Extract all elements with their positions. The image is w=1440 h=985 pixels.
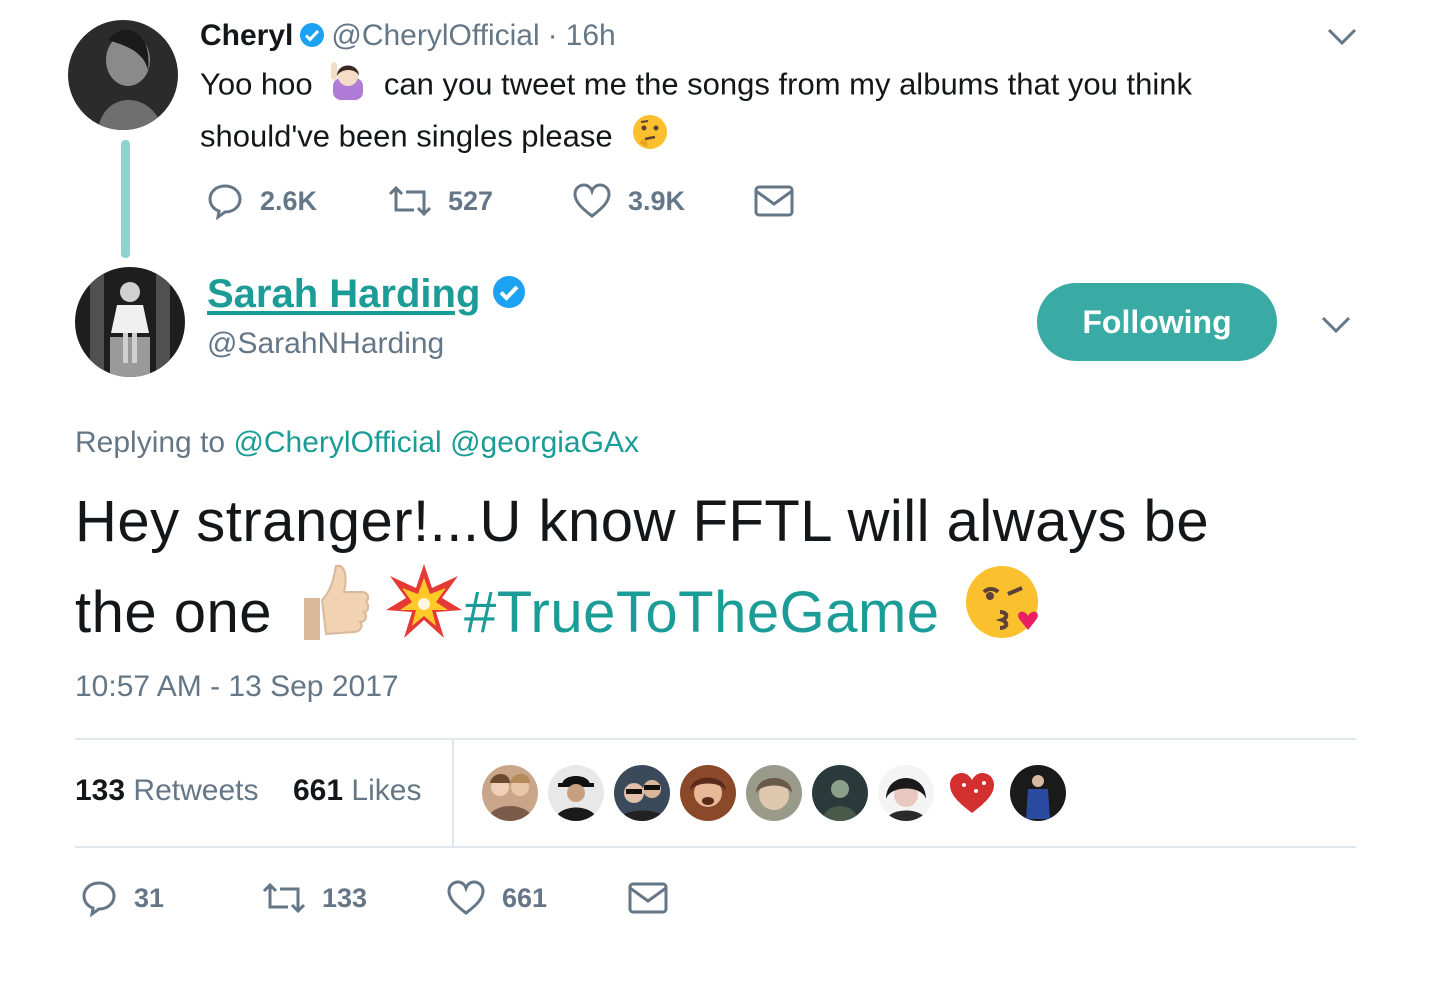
face-blowing-kiss-icon (964, 562, 1044, 663)
cheryl-header: Cheryl @CherylOfficial · 16h (200, 18, 616, 57)
tweet-line-2: the one (75, 579, 273, 645)
sarah-chevron-down-icon[interactable] (1320, 314, 1352, 341)
replying-prefix: Replying to (75, 426, 226, 459)
divider-bottom (75, 846, 1356, 848)
woman-raising-hand-icon (329, 60, 367, 113)
tweet-text-part2: can you tweet me the songs from my album… (383, 66, 1193, 102)
time-separator: · (547, 19, 558, 52)
retweet-icon (388, 185, 432, 217)
liker-avatar[interactable] (1010, 765, 1066, 821)
retweet-stat-label: Retweets (133, 774, 259, 807)
like-stat[interactable]: 661 Likes (293, 774, 421, 808)
replying-to: Replying to @CherylOfficial @georgiaGAx (75, 426, 639, 460)
likers-row (482, 765, 1066, 821)
divider-top (75, 738, 1356, 740)
envelope-icon (754, 185, 794, 217)
cheryl-retweet-count: 527 (448, 185, 494, 216)
cheryl-tweet-text: Yoo hoo can you tweet me the songs from … (200, 60, 1300, 164)
reply-icon (208, 184, 242, 220)
sarah-header: Sarah Harding (207, 272, 532, 317)
verified-badge-icon (492, 275, 526, 314)
reply-icon (82, 881, 116, 917)
liker-avatar[interactable] (944, 765, 1000, 821)
sarah-avatar[interactable] (75, 267, 185, 377)
cheryl-like-action[interactable]: 3.9K (572, 182, 685, 220)
thread-line (121, 140, 130, 258)
cheryl-chevron-down-icon[interactable] (1326, 26, 1358, 53)
liker-avatar[interactable] (614, 765, 670, 821)
cheryl-handle[interactable]: @CherylOfficial (331, 19, 539, 52)
tweet-text-part3: should've been singles please (200, 118, 613, 154)
cheryl-reply-count: 2.6K (260, 185, 318, 216)
liker-avatar[interactable] (548, 765, 604, 821)
cheryl-dm-action[interactable] (754, 184, 794, 218)
thinking-face-icon (631, 113, 669, 164)
tweet-line-1: Hey stranger!...U know FFTL will always … (75, 489, 1210, 554)
replying-user-georgia[interactable]: @georgiaGAx (450, 426, 639, 459)
replying-user-cheryl[interactable]: @CherylOfficial (233, 426, 441, 459)
like-stat-label: Likes (351, 774, 422, 807)
liker-avatar[interactable] (878, 765, 934, 821)
liker-avatar[interactable] (746, 765, 802, 821)
heart-icon (447, 880, 485, 915)
sarah-handle[interactable]: @SarahNHarding (207, 327, 444, 361)
sarah-reply-action[interactable]: 31 (80, 879, 164, 917)
cheryl-reply-action[interactable]: 2.6K (206, 182, 317, 220)
hashtag-true-to-the-game[interactable]: #TrueToTheGame (464, 573, 940, 653)
sarah-like-action[interactable]: 661 (446, 879, 547, 917)
sarah-reply-count: 31 (134, 882, 165, 913)
thumbs-up-icon (298, 562, 372, 663)
liker-avatar[interactable] (680, 765, 736, 821)
tweet-timestamp[interactable]: 10:57 AM - 13 Sep 2017 (75, 670, 399, 704)
liker-avatar[interactable] (812, 765, 868, 821)
stats-vertical-divider (452, 740, 454, 846)
cheryl-retweet-action[interactable]: 527 (388, 182, 493, 220)
cheryl-display-name[interactable]: Cheryl (200, 19, 293, 52)
sarah-like-count: 661 (502, 882, 548, 913)
cheryl-time-ago[interactable]: 16h (566, 19, 616, 52)
cheryl-like-count: 3.9K (628, 185, 686, 216)
retweet-stat-count: 133 (75, 774, 126, 807)
sarah-retweet-count: 133 (322, 882, 368, 913)
tweet-text-part1: Yoo hoo (200, 66, 313, 102)
like-stat-count: 661 (293, 774, 344, 807)
sarah-tweet-text: Hey stranger!...U know FFTL will always … (75, 482, 1375, 663)
envelope-icon (628, 882, 668, 914)
verified-badge-icon (299, 21, 325, 57)
cheryl-avatar[interactable] (68, 20, 178, 130)
heart-icon (573, 183, 611, 218)
sarah-retweet-action[interactable]: 133 (262, 879, 367, 917)
collision-icon (384, 562, 464, 663)
sarah-display-name[interactable]: Sarah Harding (207, 272, 480, 316)
sarah-dm-action[interactable] (628, 881, 668, 915)
retweet-stat[interactable]: 133 Retweets (75, 774, 258, 808)
following-button[interactable]: Following (1037, 283, 1277, 361)
retweet-icon (262, 882, 306, 914)
liker-avatar[interactable] (482, 765, 538, 821)
